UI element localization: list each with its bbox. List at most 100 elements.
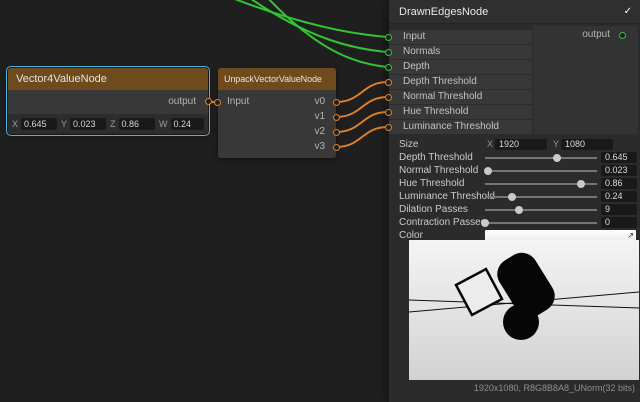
port-label: Hue Threshold — [403, 106, 468, 117]
luminance-threshold-slider[interactable] — [485, 190, 597, 203]
preview-format-caption: 1920x1080, R8G8B8A8_UNorm(32 bits) — [474, 383, 635, 393]
port-label: Normals — [403, 46, 440, 57]
slider-track[interactable] — [485, 157, 597, 159]
node-title: DrawnEdgesNode — [399, 6, 488, 18]
normal-threshold-slider[interactable] — [485, 164, 597, 177]
v0-port[interactable] — [333, 99, 340, 106]
slider-knob[interactable] — [577, 180, 585, 188]
luminance-threshold-input[interactable]: 0.24 — [601, 191, 637, 202]
port-label: Depth — [403, 61, 430, 72]
w-label: W — [159, 119, 168, 129]
edge-v2-hue-threshold[interactable] — [336, 112, 388, 132]
output-port[interactable] — [619, 32, 626, 39]
port-row-depth: Depth — [389, 60, 532, 74]
output-port-label: output — [582, 28, 610, 42]
slider-track[interactable] — [485, 222, 597, 224]
v3-port[interactable] — [333, 144, 340, 151]
size-row: Size X 1920 Y 1080 — [389, 138, 640, 151]
port-label: Luminance Threshold — [403, 121, 499, 132]
slider-label: Luminance Threshold — [399, 190, 495, 203]
v0-port-row: v0 — [265, 95, 336, 109]
v1-port[interactable] — [333, 114, 340, 121]
normal-threshold-input[interactable]: 0.023 — [601, 165, 637, 176]
normal-threshold-row: Normal Threshold 0.023 — [389, 164, 640, 177]
x-input[interactable]: 0.645 — [21, 118, 57, 130]
depth-threshold-port[interactable] — [385, 79, 392, 86]
v3-port-row: v3 — [265, 140, 336, 154]
slider-knob[interactable] — [515, 206, 523, 214]
port-row-input: Input — [389, 30, 532, 44]
depth-threshold-input[interactable]: 0.645 — [601, 152, 637, 163]
node-vector4valuenode[interactable]: Vector4ValueNode output X 0.645 Y 0.023 … — [8, 68, 208, 134]
edge-v1-normal-threshold[interactable] — [336, 97, 388, 117]
node-preview — [409, 240, 639, 380]
output-area: output — [533, 26, 638, 134]
input-port-label: Input — [227, 96, 249, 107]
node-title[interactable]: Vector4ValueNode — [8, 68, 208, 90]
node-graph-canvas[interactable]: Vector4ValueNode output X 0.645 Y 0.023 … — [0, 0, 640, 402]
slider-knob[interactable] — [484, 167, 492, 175]
slider-label: Hue Threshold — [399, 177, 464, 190]
contraction-passes-input[interactable]: 0 — [601, 217, 637, 228]
port-row-depth-threshold: Depth Threshold — [389, 75, 532, 89]
z-field: Z 0.86 — [110, 118, 155, 130]
slider-label: Normal Threshold — [399, 164, 478, 177]
node-unpackvectorvaluenode[interactable]: UnpackVectorValueNode Input v0 v1 v2 v3 — [218, 68, 336, 158]
output-port[interactable] — [205, 98, 212, 105]
normals-port[interactable] — [385, 49, 392, 56]
x-label: X — [12, 119, 18, 129]
y-label: Y — [61, 119, 67, 129]
node-drawnedgesnode[interactable]: DrawnEdgesNode ✓ Input Normals Depth Dep… — [388, 0, 640, 402]
preview-render — [409, 240, 639, 380]
preview-sphere-shape — [503, 304, 539, 340]
size-y-label: Y — [553, 138, 559, 151]
v2-port[interactable] — [333, 129, 340, 136]
w-input[interactable]: 0.24 — [171, 118, 205, 130]
slider-track[interactable] — [485, 196, 597, 198]
v2-port-row: v2 — [265, 125, 336, 139]
depth-threshold-slider[interactable] — [485, 151, 597, 164]
node-header[interactable]: DrawnEdgesNode ✓ — [389, 0, 640, 24]
slider-knob[interactable] — [508, 193, 516, 201]
y-input[interactable]: 0.023 — [70, 118, 106, 130]
hue-threshold-port[interactable] — [385, 109, 392, 116]
hue-threshold-input[interactable]: 0.86 — [601, 178, 637, 189]
port-label: Normal Threshold — [403, 91, 482, 102]
port-row-normals: Normals — [389, 45, 532, 59]
slider-track[interactable] — [485, 170, 597, 172]
v2-port-label: v2 — [314, 126, 325, 137]
size-label: Size — [399, 138, 418, 151]
slider-knob[interactable] — [481, 219, 489, 227]
dilation-passes-slider[interactable] — [485, 203, 597, 216]
size-x-input[interactable]: 1920 — [495, 139, 547, 150]
hue-threshold-row: Hue Threshold 0.86 — [389, 177, 640, 190]
vector4-fields: X 0.645 Y 0.023 Z 0.86 W 0.24 — [8, 114, 208, 134]
preview-cube-shape — [456, 269, 502, 315]
slider-label: Depth Threshold — [399, 151, 473, 164]
node-body: output — [8, 90, 208, 114]
node-body: Input v0 v1 v2 v3 — [218, 90, 336, 158]
z-label: Z — [110, 119, 116, 129]
dilation-passes-input[interactable]: 9 — [601, 204, 637, 215]
slider-label: Dilation Passes — [399, 203, 468, 216]
enabled-checkmark-icon[interactable]: ✓ — [624, 0, 632, 24]
edge-v0-depth-threshold[interactable] — [336, 82, 388, 102]
luminance-threshold-port[interactable] — [385, 124, 392, 131]
slider-knob[interactable] — [553, 154, 561, 162]
edge-depth[interactable] — [264, 0, 388, 67]
size-y-input[interactable]: 1080 — [561, 139, 613, 150]
slider-track[interactable] — [485, 209, 597, 211]
contraction-passes-slider[interactable] — [485, 216, 597, 229]
size-x-label: X — [487, 138, 493, 151]
z-input[interactable]: 0.86 — [119, 118, 156, 130]
input-port[interactable] — [385, 34, 392, 41]
normal-threshold-port[interactable] — [385, 94, 392, 101]
depth-port[interactable] — [385, 64, 392, 71]
input-port[interactable] — [214, 99, 221, 106]
dilation-passes-row: Dilation Passes 9 — [389, 203, 640, 216]
v3-port-label: v3 — [314, 141, 325, 152]
edge-v3-luminance-threshold[interactable] — [336, 127, 388, 147]
hue-threshold-slider[interactable] — [485, 177, 597, 190]
node-title[interactable]: UnpackVectorValueNode — [218, 68, 336, 90]
slider-label: Contraction Passes — [399, 216, 486, 229]
